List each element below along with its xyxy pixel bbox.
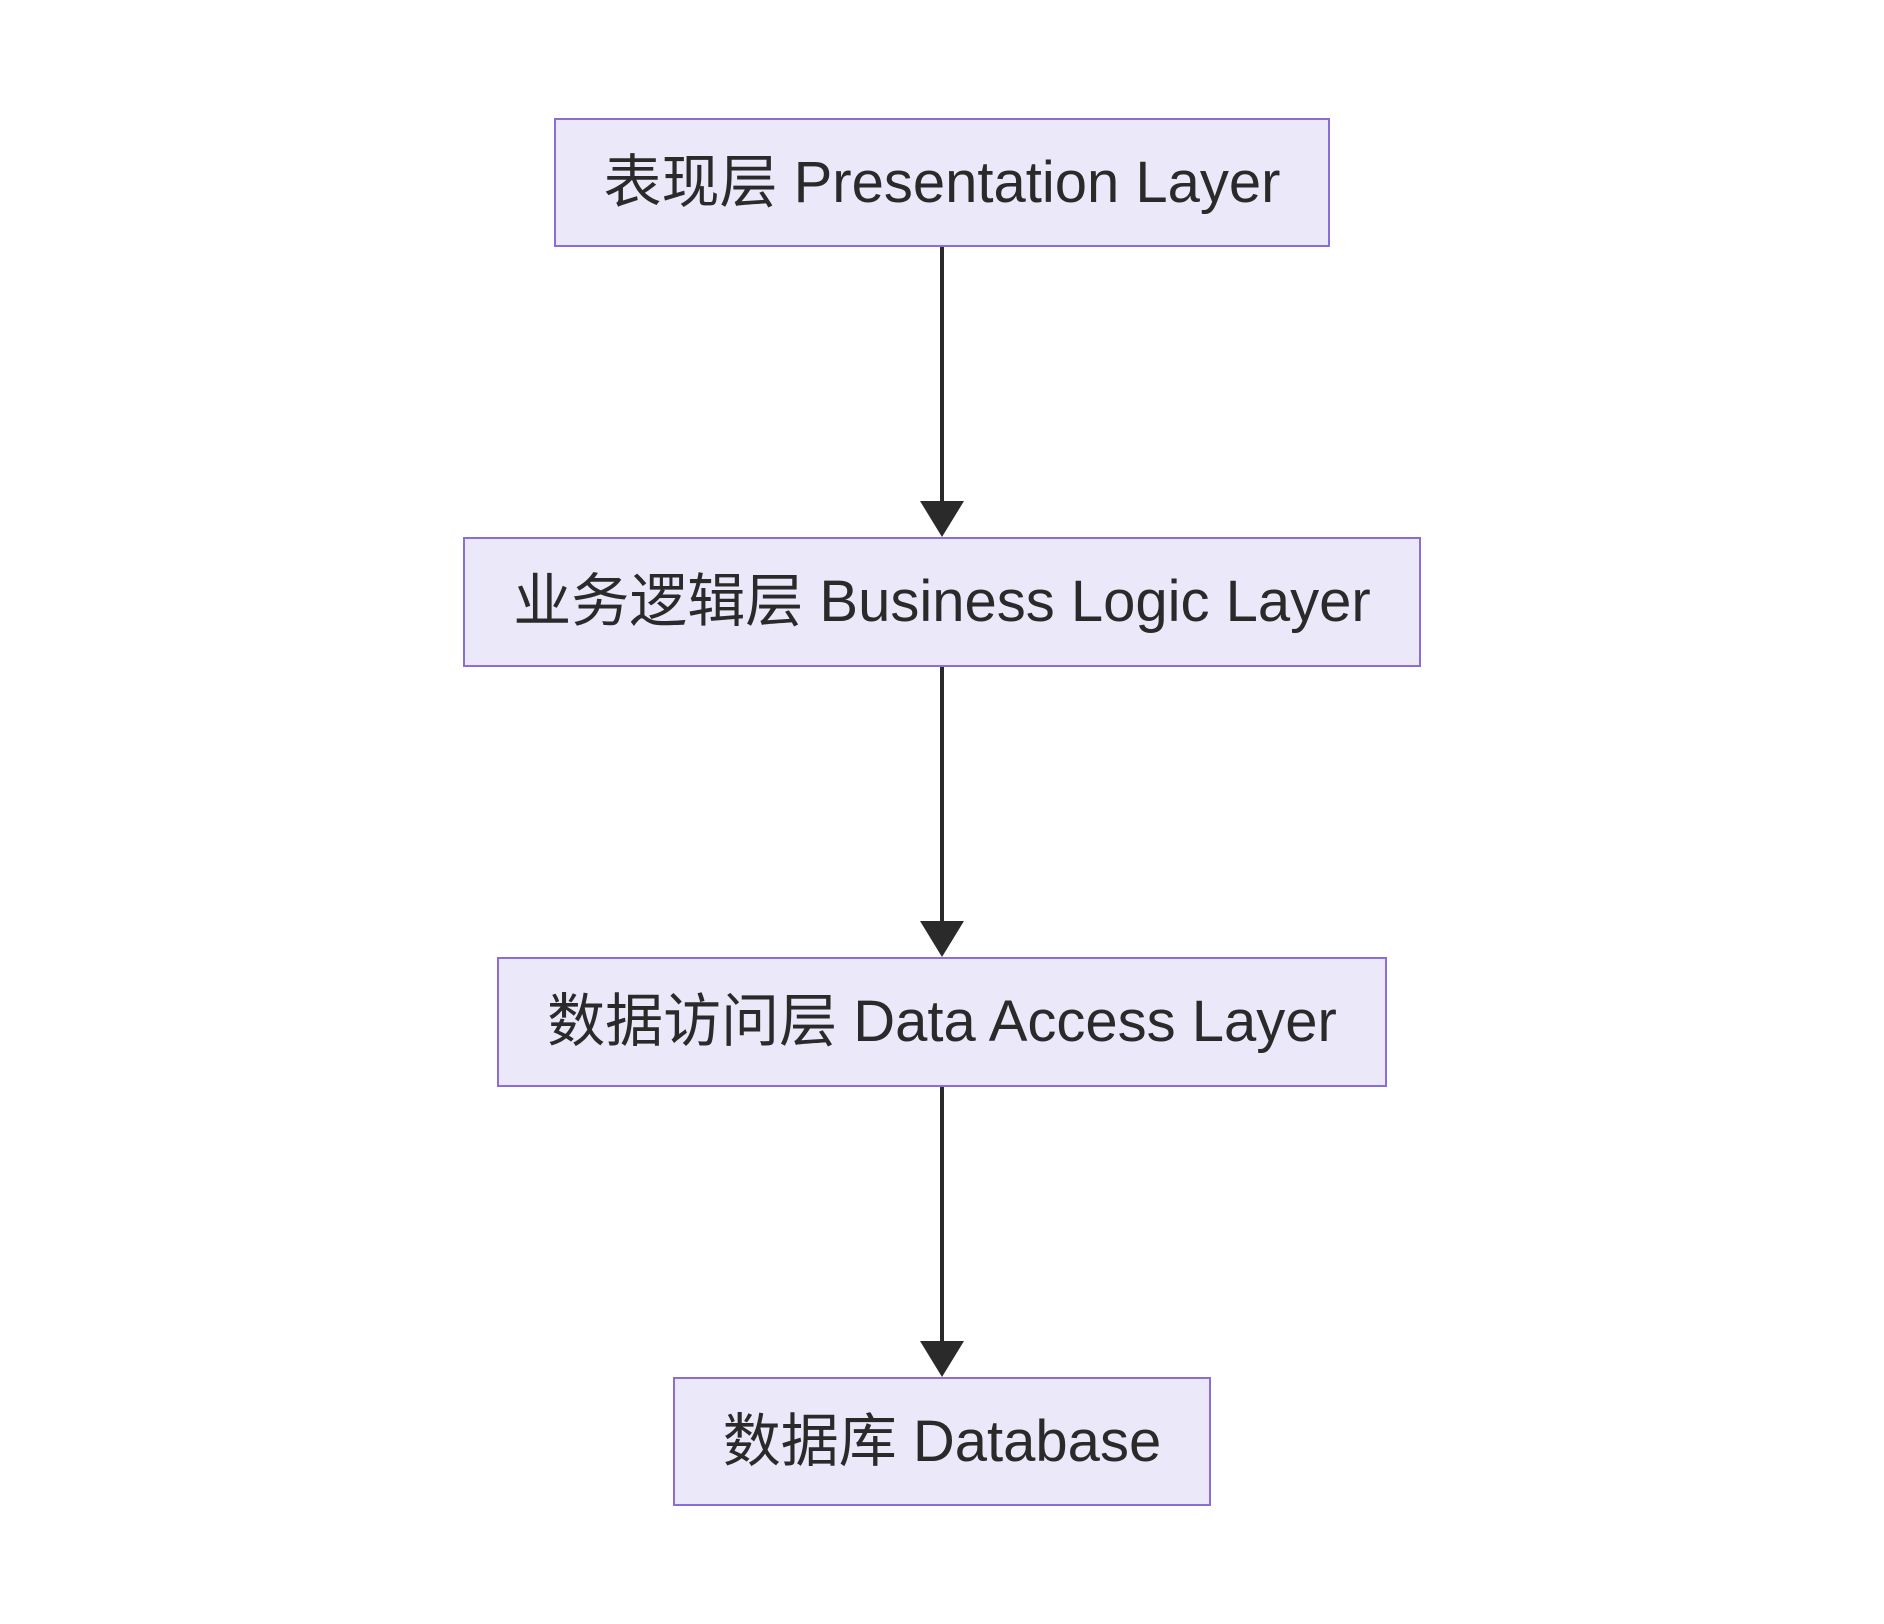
node-label: 表现层 Presentation Layer [604, 150, 1281, 215]
node-data-access-layer: 数据访问层 Data Access Layer [497, 957, 1387, 1087]
arrow-down-icon [920, 667, 964, 957]
node-label: 业务逻辑层 Business Logic Layer [513, 569, 1370, 634]
arrow-down-icon [920, 247, 964, 537]
layered-architecture-diagram: 表现层 Presentation Layer 业务逻辑层 Business Lo… [463, 78, 1420, 1546]
node-presentation-layer: 表现层 Presentation Layer [554, 118, 1331, 248]
node-database: 数据库 Database [673, 1377, 1211, 1507]
arrow-down-icon [920, 1087, 964, 1377]
node-label: 数据库 Database [723, 1409, 1161, 1474]
node-business-logic-layer: 业务逻辑层 Business Logic Layer [463, 537, 1420, 667]
node-label: 数据访问层 Data Access Layer [547, 989, 1337, 1054]
